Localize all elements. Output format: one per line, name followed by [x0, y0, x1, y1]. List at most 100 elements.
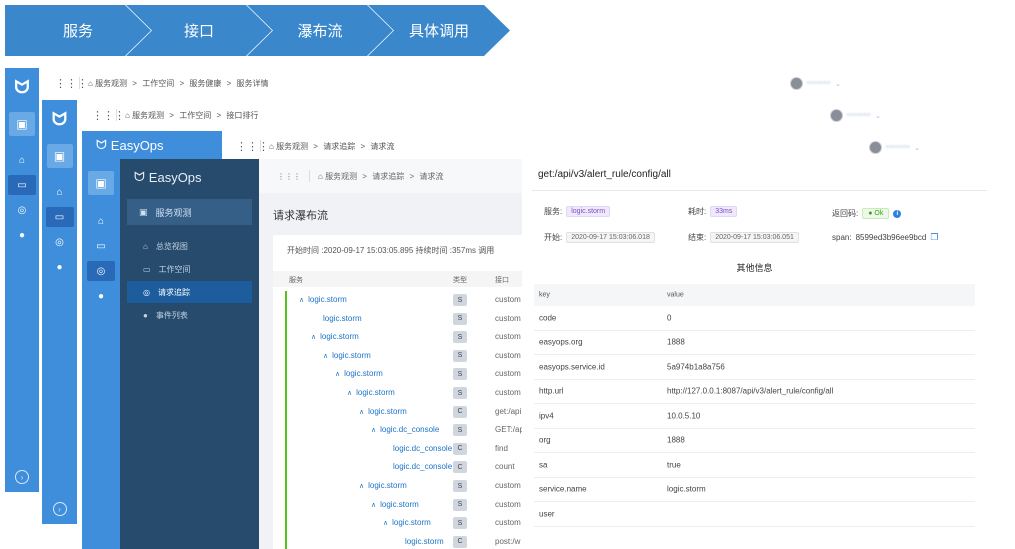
monitor-icon[interactable]: ▭	[45, 207, 74, 227]
home-icon[interactable]: ⌂	[8, 150, 36, 170]
chevron-down-icon: ⌄	[914, 144, 921, 152]
table-row[interactable]: logic.storm Scustom	[273, 310, 522, 328]
service-name[interactable]: logic.storm	[405, 537, 444, 546]
chevron-up-icon[interactable]: ∧	[323, 353, 328, 360]
monitor-icon[interactable]: ▭	[8, 175, 36, 195]
copy-icon[interactable]: ❐	[930, 232, 938, 243]
table-row[interactable]: ∧ logic.storm Scustom	[273, 291, 522, 309]
app-grid-icon[interactable]: ⋮⋮⋮	[277, 172, 301, 181]
home-icon[interactable]: ⌂	[46, 182, 74, 202]
chevron-up-icon[interactable]: ∧	[371, 502, 376, 509]
span-id: 8599ed3b96ee9bcd	[855, 233, 927, 242]
service-name[interactable]: ∧ logic.storm	[347, 388, 395, 397]
chevron-up-icon[interactable]: ∧	[299, 297, 304, 304]
service-name[interactable]: logic.dc_console	[393, 462, 452, 471]
service-name[interactable]: logic.storm	[323, 314, 362, 323]
home-icon[interactable]: ⌂	[87, 211, 115, 231]
service-name[interactable]: ∧ logic.storm	[359, 481, 407, 490]
info-icon[interactable]: ●	[87, 286, 115, 306]
info-icon[interactable]: ●	[8, 225, 36, 245]
chevron-up-icon[interactable]: ∧	[359, 409, 364, 416]
user-menu[interactable]: ••••••• ⌄	[869, 141, 920, 154]
trace-icon[interactable]: ◎	[8, 200, 36, 220]
expand-sidebar-icon[interactable]: ›	[15, 470, 29, 484]
breadcrumb-item[interactable]: 请求追踪	[372, 172, 404, 181]
table-row[interactable]: logic.dc_console Cfind	[273, 440, 522, 458]
breadcrumb-current: 请求流	[419, 171, 444, 181]
trace-icon[interactable]: ◎	[87, 261, 115, 281]
service-name[interactable]: ∧ logic.storm	[359, 407, 407, 416]
monitor-icon[interactable]: ▭	[87, 236, 115, 256]
info-icon[interactable]: i	[893, 209, 902, 218]
breadcrumb-item[interactable]: 服务观测	[276, 142, 308, 151]
table-row[interactable]: ∧ logic.dc_console S GET:/ap	[273, 421, 522, 439]
service-name[interactable]: ∧ logic.storm	[335, 369, 383, 378]
tag-value: 5a974b1a8a756	[667, 362, 725, 372]
service-tag: logic.storm	[566, 206, 611, 217]
table-row[interactable]: ∧ logic.storm Scustom	[273, 365, 522, 383]
app-grid-icon[interactable]: ⋮⋮⋮	[55, 77, 88, 90]
table-row[interactable]: ∧ logic.storm Scustom	[273, 384, 522, 402]
easyops-logo-icon: ᗢ	[52, 109, 67, 129]
table-row[interactable]: logic.dc_console Ccount	[273, 458, 522, 476]
expand-sidebar-icon[interactable]: ›	[52, 502, 67, 516]
nav-item-overview[interactable]: ⌂ 总览视图	[127, 235, 252, 257]
service-name[interactable]: ∧ logic.storm	[311, 332, 359, 341]
breadcrumb-item[interactable]: 服务观测	[325, 172, 357, 181]
service-name[interactable]: ∧ logic.storm	[299, 295, 347, 304]
chevron-up-icon[interactable]: ∧	[371, 427, 376, 434]
span-title: get:/api/v3/alert_rule/config/all	[538, 169, 671, 180]
w4-topbar: ⋮⋮⋮ ⌂ 服务观测 > 请求追踪 > 请求流	[259, 159, 522, 193]
table-row[interactable]: ∧ logic.storm Cget:/api	[273, 403, 522, 421]
breadcrumb-item[interactable]: 服务健康	[189, 79, 221, 88]
breadcrumb-item[interactable]: 服务观测	[95, 79, 127, 88]
breadcrumb-item[interactable]: 请求追踪	[323, 142, 355, 151]
app-icon[interactable]: ▣	[46, 144, 73, 168]
span-type-badge: S	[453, 387, 467, 399]
user-menu[interactable]: ••••••• ⌄	[830, 109, 881, 122]
chevron-up-icon[interactable]: ∧	[359, 483, 364, 490]
nav-item-workspace[interactable]: ▭ 工作空间	[127, 258, 252, 280]
flow-step-service: 服务	[5, 5, 151, 56]
trace-icon[interactable]: ◎	[46, 232, 74, 252]
api-name: get:/api	[495, 406, 522, 416]
waterfall-table-header: 服务 类型 接口	[273, 271, 522, 287]
nav-app-service-observe[interactable]: ▣ 服务观测	[127, 199, 252, 225]
breadcrumb-item[interactable]: 工作空间	[142, 79, 174, 88]
nav-item-request-trace[interactable]: ◎ 请求追踪	[127, 281, 252, 303]
chevron-up-icon[interactable]: ∧	[311, 334, 316, 341]
info-icon[interactable]: ●	[46, 257, 74, 277]
table-row[interactable]: ∧ logic.storm Scustom	[273, 477, 522, 495]
api-name: post:/w	[495, 536, 521, 546]
trace-icon: ◎	[143, 287, 150, 297]
app-icon[interactable]: ▣	[9, 112, 35, 136]
app-icon[interactable]: ▣	[88, 171, 114, 195]
table-row[interactable]: ∧ logic.storm Scustom	[273, 514, 522, 532]
nav-item-event-list[interactable]: ● 事件列表	[127, 304, 252, 326]
user-menu[interactable]: ••••••• ⌄	[790, 77, 841, 90]
app-grid-icon[interactable]: ⋮⋮⋮	[236, 140, 269, 153]
tag-value: 1888	[667, 337, 685, 347]
span-type-badge: S	[453, 312, 467, 325]
table-row[interactable]: ∧ logic.storm Scustom	[273, 496, 522, 514]
service-name[interactable]: logic.dc_console	[393, 444, 452, 453]
span-type-badge: S	[453, 368, 467, 381]
chevron-up-icon[interactable]: ∧	[347, 390, 352, 397]
breadcrumb-item[interactable]: 服务观测	[132, 111, 164, 120]
table-row: org 1888	[534, 429, 975, 453]
table-row[interactable]: logic.storm Cpost:/w	[273, 533, 522, 549]
breadcrumb-item[interactable]: 工作空间	[179, 111, 211, 120]
service-name[interactable]: ∧ logic.dc_console	[371, 425, 439, 434]
service-name[interactable]: ∧ logic.storm	[323, 351, 371, 360]
api-name: custom	[495, 313, 521, 323]
breadcrumb: ⌂ 服务观测 > 请求追踪 > 请求流	[269, 141, 395, 151]
chevron-up-icon[interactable]: ∧	[383, 520, 388, 527]
tag-key: http.url	[539, 386, 564, 396]
service-name[interactable]: ∧ logic.storm	[383, 518, 431, 527]
table-row[interactable]: ∧ logic.storm Scustom	[273, 347, 522, 365]
service-name[interactable]: ∧ logic.storm	[371, 500, 419, 509]
app-grid-icon[interactable]: ⋮⋮⋮	[92, 109, 125, 122]
chevron-up-icon[interactable]: ∧	[335, 371, 340, 378]
table-row[interactable]: ∧ logic.storm Scustom	[273, 328, 522, 346]
tag-value: 1888	[667, 435, 685, 445]
